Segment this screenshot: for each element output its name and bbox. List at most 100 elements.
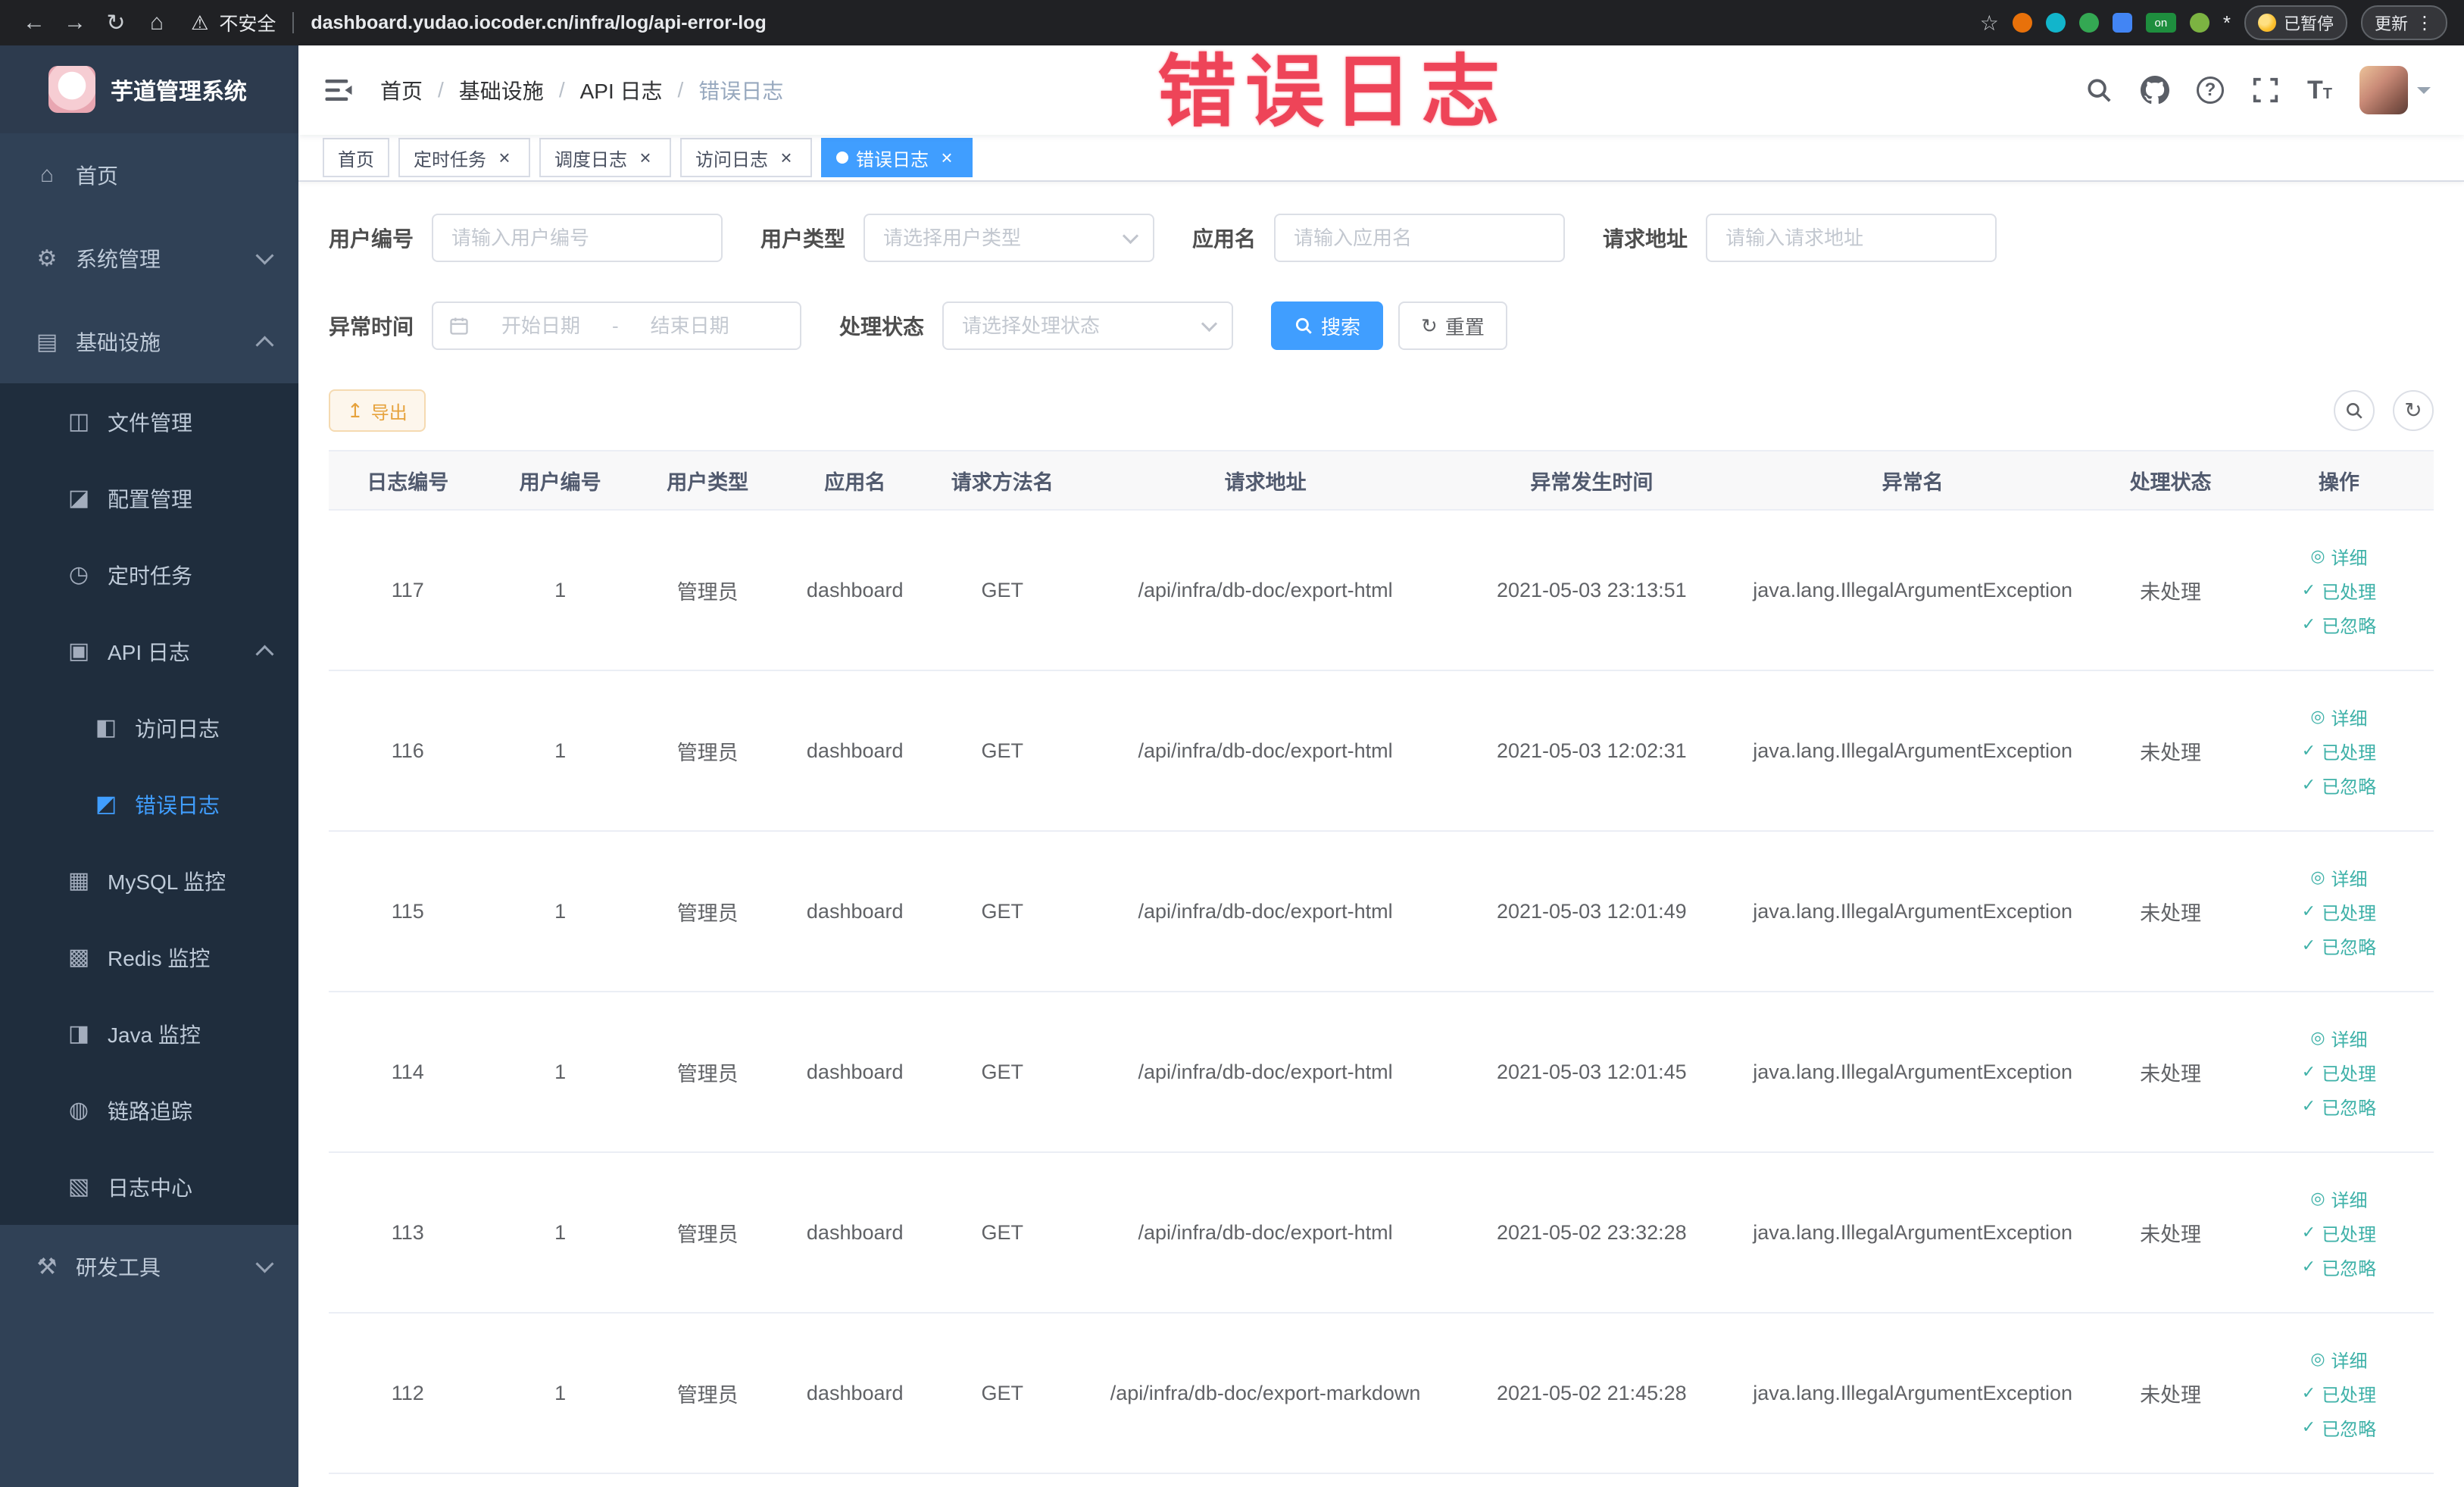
sidebar-item-home[interactable]: ⌂ 首页 bbox=[0, 133, 298, 217]
sidebar-item-api-log[interactable]: ▣ API 日志 bbox=[0, 613, 298, 689]
processed-link[interactable]: ✓ 已处理 bbox=[2302, 577, 2376, 604]
sidebar-item-label: Java 监控 bbox=[108, 1023, 201, 1047]
tab-close-icon[interactable]: × bbox=[635, 147, 656, 168]
table-row: 115 1 管理员 dashboard GET /api/infra/db-do… bbox=[329, 831, 2434, 992]
detail-link[interactable]: ◎ 详细 bbox=[2310, 1346, 2367, 1373]
user-type-select-input[interactable] bbox=[863, 214, 1155, 262]
sidebar-item-redis-monitor[interactable]: ▩ Redis 监控 bbox=[0, 919, 298, 995]
sidebar-item-access-log[interactable]: ◧ 访问日志 bbox=[0, 689, 298, 766]
browser-forward-icon[interactable]: → bbox=[58, 10, 92, 36]
extension-on-badge[interactable]: on bbox=[2145, 13, 2176, 33]
toggle-search-button[interactable] bbox=[2334, 390, 2375, 431]
detail-link-label: 详细 bbox=[2331, 1029, 2368, 1051]
kebab-menu-icon[interactable]: ⋮ bbox=[2416, 12, 2434, 34]
processed-link-label: 已处理 bbox=[2322, 1385, 2377, 1406]
detail-link[interactable]: ◎ 详细 bbox=[2310, 864, 2367, 891]
search-button[interactable]: 搜索 bbox=[1271, 301, 1384, 350]
cell-app-name: dashboard bbox=[781, 831, 929, 992]
refresh-icon: ↻ bbox=[1421, 314, 1438, 337]
detail-link[interactable]: ◎ 详细 bbox=[2310, 704, 2367, 730]
extension-icon[interactable] bbox=[2112, 13, 2132, 33]
ignored-link[interactable]: ✓ 已忽略 bbox=[2302, 1093, 2376, 1120]
browser-reload-icon[interactable]: ↻ bbox=[98, 10, 133, 36]
extension-icon[interactable] bbox=[2078, 13, 2099, 33]
detail-link[interactable]: ◎ 详细 bbox=[2310, 1186, 2367, 1212]
user-type-select[interactable] bbox=[863, 214, 1155, 262]
sidebar-item-error-log[interactable]: ◩ 错误日志 bbox=[0, 766, 298, 842]
sidebar-item-java-monitor[interactable]: ◨ Java 监控 bbox=[0, 995, 298, 1072]
sidebar-item-system-mgmt[interactable]: ⚙ 系统管理 bbox=[0, 217, 298, 300]
ignored-link[interactable]: ✓ 已忽略 bbox=[2302, 932, 2376, 959]
browser-back-icon[interactable]: ← bbox=[17, 10, 52, 36]
update-chip[interactable]: 更新 ⋮ bbox=[2360, 5, 2447, 40]
help-icon[interactable]: ? bbox=[2197, 77, 2224, 104]
breadcrumb-home[interactable]: 首页 bbox=[380, 75, 423, 105]
processed-link[interactable]: ✓ 已处理 bbox=[2302, 738, 2376, 764]
app-name-input[interactable] bbox=[1274, 214, 1566, 262]
extension-icon[interactable] bbox=[2012, 13, 2032, 33]
sidebar-item-label: 系统管理 bbox=[76, 248, 161, 271]
cell-exception-name: java.lang.IllegalArgumentException bbox=[1728, 992, 2097, 1153]
tab-access-log[interactable]: 访问日志 × bbox=[680, 138, 812, 177]
date-range-picker[interactable]: - bbox=[432, 301, 802, 350]
browser-home-icon[interactable]: ⌂ bbox=[139, 10, 174, 36]
tab-home[interactable]: 首页 bbox=[323, 138, 389, 177]
processed-link[interactable]: ✓ 已处理 bbox=[2302, 1059, 2376, 1086]
chevron-down-icon bbox=[255, 245, 274, 265]
cell-user-type: 管理员 bbox=[633, 510, 782, 671]
extension-icon[interactable] bbox=[2189, 13, 2209, 33]
user-menu[interactable] bbox=[2359, 66, 2431, 114]
search-icon[interactable] bbox=[2085, 76, 2113, 105]
sidebar-item-scheduled-tasks[interactable]: ◷ 定时任务 bbox=[0, 536, 298, 613]
cell-status: 未处理 bbox=[2097, 510, 2244, 671]
tab-error-log[interactable]: 错误日志 × bbox=[821, 138, 973, 177]
process-status-select[interactable] bbox=[942, 301, 1234, 350]
refresh-table-button[interactable]: ↻ bbox=[2393, 390, 2434, 431]
tab-close-icon[interactable]: × bbox=[494, 147, 515, 168]
ignored-link[interactable]: ✓ 已忽略 bbox=[2302, 772, 2376, 798]
bookmark-star-icon[interactable]: ☆ bbox=[1980, 11, 1999, 36]
sidebar-item-label: 研发工具 bbox=[76, 1256, 161, 1279]
tab-dispatch-log[interactable]: 调度日志 × bbox=[539, 138, 671, 177]
reset-button[interactable]: ↻ 重置 bbox=[1398, 301, 1507, 350]
tab-scheduled-tasks[interactable]: 定时任务 × bbox=[398, 138, 530, 177]
extension-star-icon[interactable]: * bbox=[2223, 11, 2231, 35]
fullscreen-icon[interactable] bbox=[2251, 76, 2280, 105]
paused-chip[interactable]: 已暂停 bbox=[2244, 5, 2347, 40]
github-icon[interactable] bbox=[2141, 76, 2169, 105]
breadcrumb-api-log[interactable]: API 日志 bbox=[580, 75, 663, 105]
ignored-link[interactable]: ✓ 已忽略 bbox=[2302, 611, 2376, 638]
detail-link[interactable]: ◎ 详细 bbox=[2310, 543, 2367, 570]
date-end-input[interactable] bbox=[626, 313, 754, 339]
col-user-type: 用户类型 bbox=[633, 450, 782, 511]
date-start-input[interactable] bbox=[477, 313, 605, 339]
cell-actions: ◎ 详细 ✓ 已处理 ✓ 已忽略 bbox=[2244, 510, 2434, 671]
processed-link[interactable]: ✓ 已处理 bbox=[2302, 898, 2376, 925]
tab-close-icon[interactable]: × bbox=[776, 147, 797, 168]
sidebar-item-dev-tools[interactable]: ⚒ 研发工具 bbox=[0, 1225, 298, 1308]
sidebar-item-config-mgmt[interactable]: ◪ 配置管理 bbox=[0, 460, 298, 536]
sidebar-item-infrastructure[interactable]: ▤ 基础设施 bbox=[0, 300, 298, 383]
breadcrumb-infrastructure[interactable]: 基础设施 bbox=[459, 75, 544, 105]
processed-link[interactable]: ✓ 已处理 bbox=[2302, 1380, 2376, 1407]
sidebar-item-log-center[interactable]: ▧ 日志中心 bbox=[0, 1148, 298, 1225]
export-button[interactable]: ↥ 导出 bbox=[329, 389, 426, 432]
font-size-icon[interactable]: TT bbox=[2307, 77, 2332, 103]
user-id-input[interactable] bbox=[432, 214, 723, 262]
extension-icon[interactable] bbox=[2045, 13, 2066, 33]
sidebar-item-mysql-monitor[interactable]: ▦ MySQL 监控 bbox=[0, 842, 298, 919]
app: 芋道管理系统 ⌂ 首页 ⚙ 系统管理 ▤ 基础设施 ◫ 文件管理 ◪ 配置管理 … bbox=[0, 45, 2464, 1487]
address-bar[interactable]: ⚠ 不安全 dashboard.yudao.iocoder.cn/infra/l… bbox=[191, 9, 1974, 36]
sidebar-item-trace[interactable]: ◍ 链路追踪 bbox=[0, 1072, 298, 1148]
request-url-input[interactable] bbox=[1706, 214, 1997, 262]
ignored-link[interactable]: ✓ 已忽略 bbox=[2302, 1254, 2376, 1280]
sidebar-item-file-mgmt[interactable]: ◫ 文件管理 bbox=[0, 383, 298, 460]
hamburger-icon[interactable] bbox=[323, 74, 354, 106]
detail-link[interactable]: ◎ 详细 bbox=[2310, 1025, 2367, 1051]
processed-link[interactable]: ✓ 已处理 bbox=[2302, 1220, 2376, 1246]
app-logo[interactable]: 芋道管理系统 bbox=[0, 45, 298, 133]
app-title: 芋道管理系统 bbox=[111, 80, 247, 105]
tab-close-icon[interactable]: × bbox=[936, 147, 957, 168]
process-status-select-input[interactable] bbox=[942, 301, 1234, 350]
ignored-link[interactable]: ✓ 已忽略 bbox=[2302, 1414, 2376, 1441]
